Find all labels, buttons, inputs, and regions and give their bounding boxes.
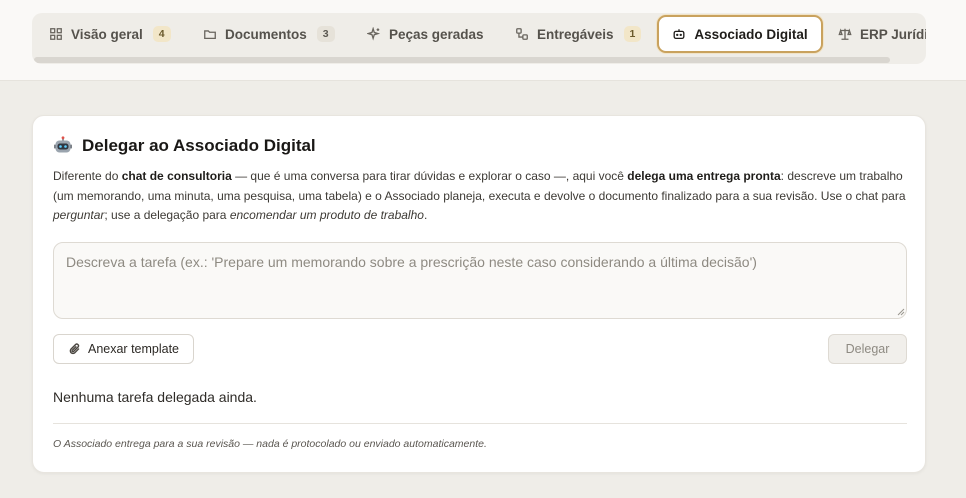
tab-label: Associado Digital (694, 26, 808, 42)
empty-state-text: Nenhuma tarefa delegada ainda. (53, 389, 257, 405)
task-description-input[interactable] (53, 242, 907, 319)
tab-count-badge: 4 (152, 26, 171, 42)
tab-label: ERP Jurídi (860, 26, 926, 42)
attach-template-label: Anexar template (87, 342, 180, 356)
delegate-button[interactable]: Delegar (828, 334, 907, 364)
tab-associado-digital[interactable]: Associado Digital (657, 15, 823, 53)
tab-documentos[interactable]: Documentos 3 (203, 15, 335, 53)
scale-icon (838, 28, 852, 40)
tab-label: Documentos (225, 26, 307, 42)
footnote: O Associado entrega para a sua revisão —… (53, 438, 487, 450)
delegate-label: Delegar (845, 342, 890, 356)
tab-label: Visão geral (71, 26, 143, 42)
tab-bar: Visão geral 4 Documentos 3 Peças geradas… (32, 13, 926, 64)
tab-count-badge: 3 (316, 26, 335, 42)
robot-icon (54, 136, 72, 153)
panel-header: Delegar ao Associado Digital (53, 136, 316, 156)
grid-icon (50, 28, 62, 40)
tab-count-badge: 1 (623, 26, 642, 42)
folder-icon (204, 30, 216, 40)
panel-title: Delegar ao Associado Digital (82, 136, 316, 155)
top-bar: Visão geral 4 Documentos 3 Peças geradas… (0, 0, 966, 81)
tab-label: Peças geradas (389, 26, 484, 42)
resize-grip-icon[interactable] (897, 308, 905, 316)
attach-template-button[interactable]: Anexar template (53, 334, 194, 364)
tab-label: Entregáveis (537, 26, 614, 42)
tab-scrollbar-thumb[interactable] (34, 57, 890, 63)
paperclip-icon (69, 343, 80, 355)
tab-pecas-geradas[interactable]: Peças geradas (367, 15, 484, 53)
workflow-icon (516, 28, 528, 40)
sparkles-icon (367, 27, 381, 41)
tab-visao-geral[interactable]: Visão geral 4 (49, 15, 171, 53)
tab-erp-juridico[interactable]: ERP Jurídi (838, 15, 926, 53)
panel-description: Diferente do chat de consultoria — que é… (53, 169, 906, 222)
divider (53, 423, 907, 424)
tab-entregaveis[interactable]: Entregáveis 1 (515, 15, 642, 53)
delegate-panel: Delegar ao Associado Digital Diferente d… (32, 115, 926, 473)
robot-icon (673, 29, 685, 40)
